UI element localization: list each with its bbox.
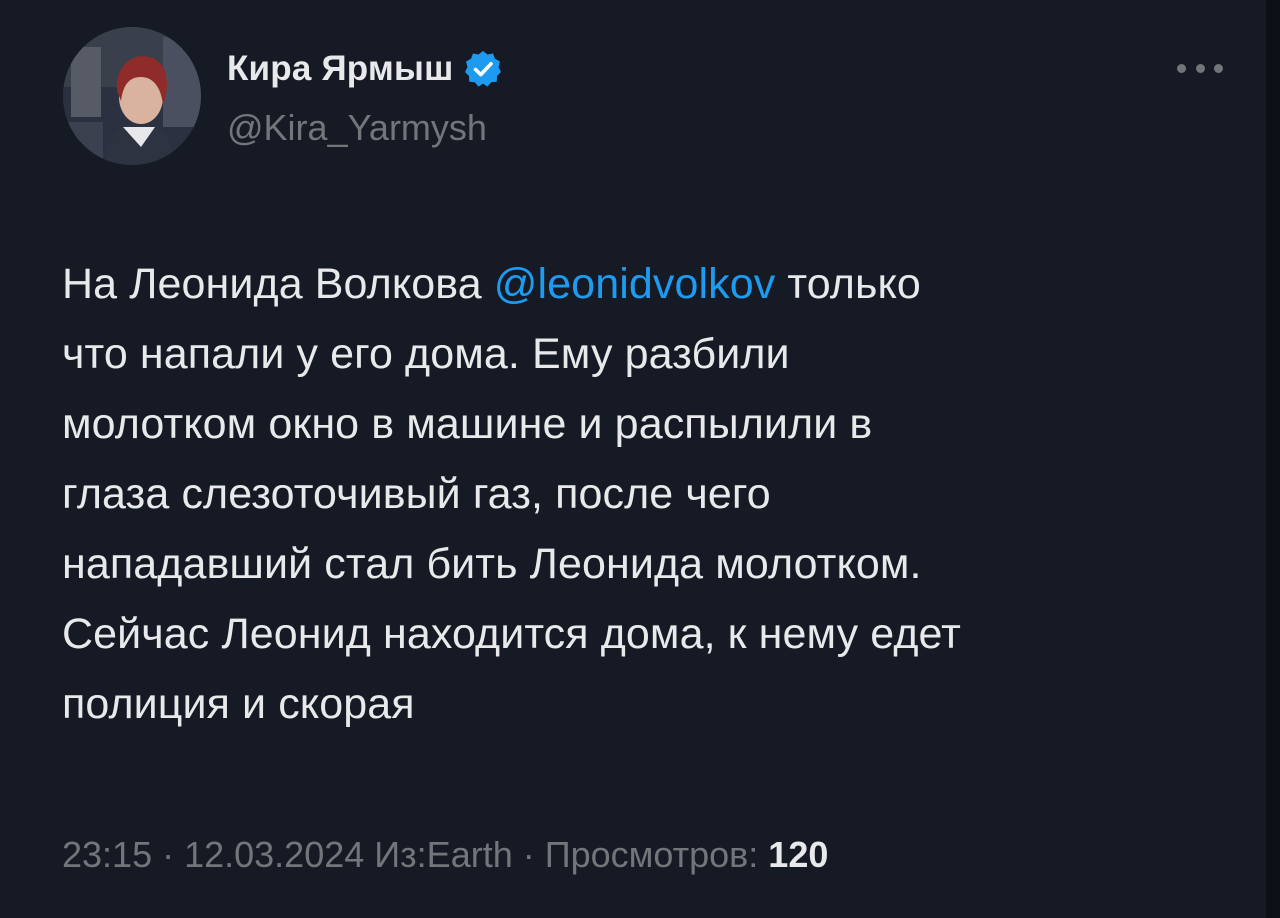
verified-badge-icon[interactable]: [463, 49, 503, 89]
author-display-name[interactable]: Кира Ярмыш: [227, 49, 453, 89]
meta-separator: ·: [512, 834, 545, 875]
tweet-text-line: что напали у его дома. Ему разбили: [62, 330, 790, 378]
tweet-date[interactable]: 12.03.2024: [184, 834, 364, 875]
author-name-row: Кира Ярмыш: [227, 47, 503, 91]
mention-link[interactable]: @leonidvolkov: [494, 260, 776, 308]
tweet-text-segment: На Леонида Волкова: [62, 260, 494, 308]
meta-separator: [364, 834, 374, 875]
tweet-text-line: Сейчас Леонид находится дома, к нему еде…: [62, 610, 961, 658]
author-handle[interactable]: @Kira_Yarmysh: [227, 107, 487, 149]
more-dot: [1214, 63, 1223, 73]
tweet-text-line: На Леонида Волкова @leonidvolkov только: [62, 249, 1212, 319]
tweet-text: На Леонида Волкова @leonidvolkov только …: [62, 249, 1212, 739]
tweet-text-line: нападавший стал бить Леонида молотком.: [62, 540, 922, 588]
more-dots-icon[interactable]: [1177, 61, 1223, 75]
tweet-text-line: молотком окно в машине и распылили в: [62, 400, 873, 448]
window-edge: [1266, 0, 1280, 918]
tweet-meta: 23:15 · 12.03.2024 Из:Earth · Просмотров…: [62, 834, 828, 876]
tweet-source: Из:Earth: [374, 834, 513, 875]
views-label: Просмотров:: [544, 834, 769, 875]
views-count[interactable]: 120: [768, 834, 828, 875]
tweet-text-segment: только: [775, 260, 921, 308]
tweet-header: Кира Ярмыш @Kira_Yarmysh: [63, 27, 1223, 169]
tweet-text-line: глаза слезоточивый газ, после чего: [62, 470, 771, 518]
avatar[interactable]: [63, 27, 201, 165]
meta-separator: ·: [152, 834, 185, 875]
tweet-time[interactable]: 23:15: [62, 834, 152, 875]
more-dot: [1177, 63, 1186, 73]
tweet-card: Кира Ярмыш @Kira_Yarmysh На Леонида Волк…: [0, 0, 1280, 918]
tweet-text-line: полиция и скорая: [62, 680, 415, 728]
more-dot: [1195, 63, 1205, 73]
